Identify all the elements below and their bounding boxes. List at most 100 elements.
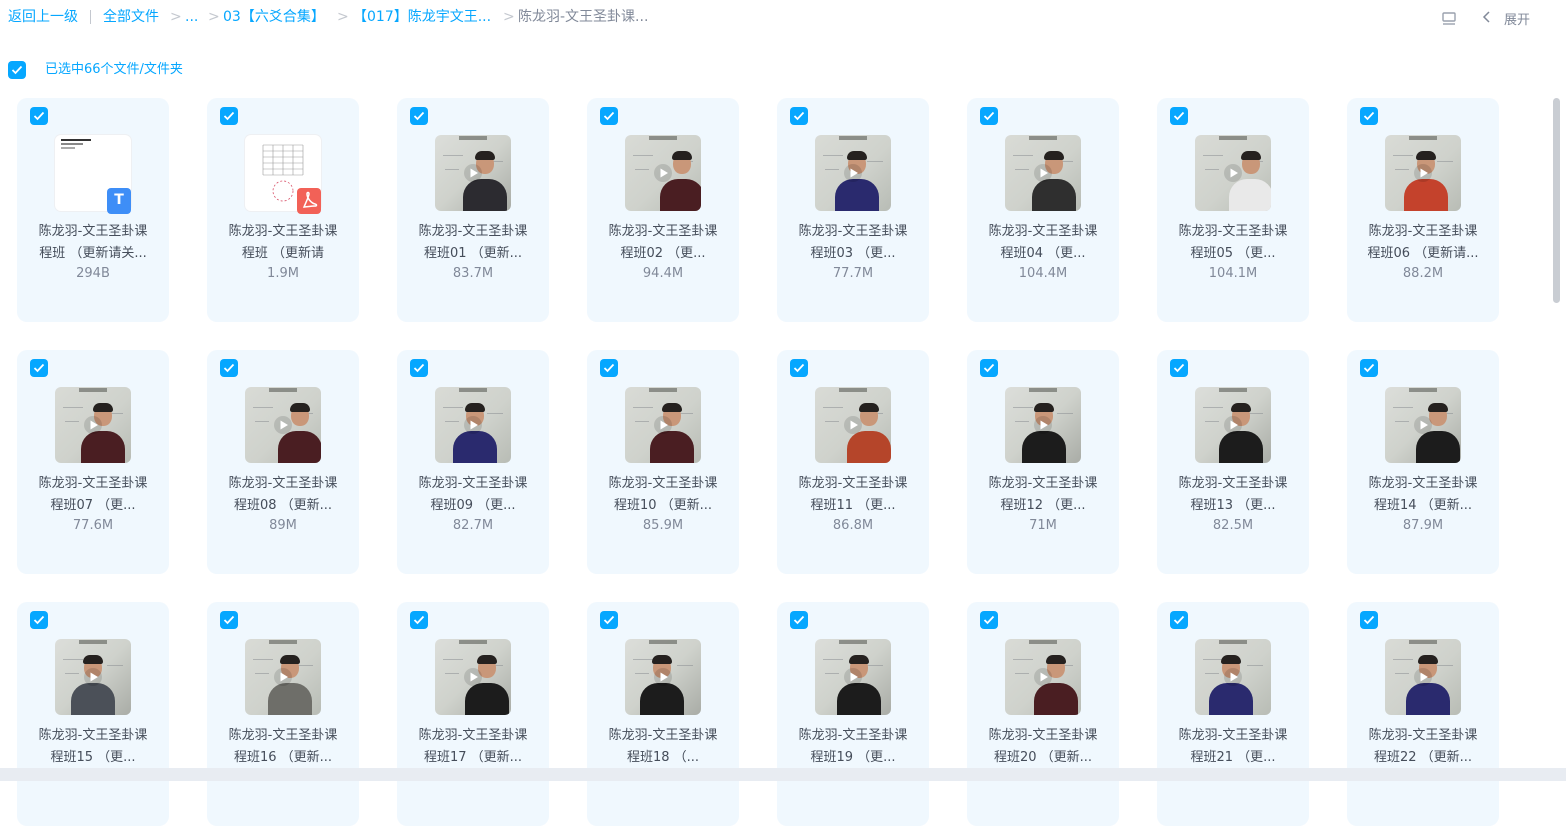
file-card[interactable]: 陈龙羽-文王圣卦课 程班19 （更... — [777, 602, 929, 826]
file-name[interactable]: 陈龙羽-文王圣卦课 程班08 （更新... — [213, 473, 353, 517]
file-checkbox[interactable] — [790, 107, 808, 125]
play-icon — [464, 668, 482, 686]
breadcrumb-level2[interactable]: 【017】陈龙宇文王... — [353, 8, 491, 26]
file-name[interactable]: 陈龙羽-文王圣卦课 程班18 （... — [593, 725, 733, 769]
file-checkbox[interactable] — [600, 107, 618, 125]
file-card[interactable]: 陈龙羽-文王圣卦课 程班09 （更... 82.7M — [397, 350, 549, 574]
file-checkbox[interactable] — [790, 359, 808, 377]
file-name[interactable]: 陈龙羽-文王圣卦课 程班16 （更新... — [213, 725, 353, 769]
file-name[interactable]: 陈龙羽-文王圣卦课 程班11 （更... — [783, 473, 923, 517]
file-name[interactable]: 陈龙羽-文王圣卦课 程班19 （更... — [783, 725, 923, 769]
file-checkbox[interactable] — [410, 107, 428, 125]
file-name[interactable]: 陈龙羽-文王圣卦课 程班03 （更... — [783, 221, 923, 265]
whiteboard-writing — [63, 407, 83, 408]
file-name[interactable]: 陈龙羽-文王圣卦课 程班07 （更... — [23, 473, 163, 517]
file-card[interactable]: 陈龙羽-文王圣卦课 程班21 （更... — [1157, 602, 1309, 826]
file-name[interactable]: 陈龙羽-文王圣卦课 程班13 （更... — [1163, 473, 1303, 517]
file-name[interactable]: 陈龙羽-文王圣卦课 程班06 （更新请... — [1353, 221, 1493, 265]
file-checkbox[interactable] — [1170, 359, 1188, 377]
file-name[interactable]: 陈龙羽-文王圣卦课 程班21 （更... — [1163, 725, 1303, 769]
play-icon — [844, 416, 862, 434]
file-card[interactable]: 陈龙羽-文王圣卦课 程班15 （更... — [17, 602, 169, 826]
file-checkbox[interactable] — [30, 611, 48, 629]
file-checkbox[interactable] — [600, 359, 618, 377]
file-card[interactable]: 陈龙羽-文王圣卦课 程班10 （更新... 85.9M — [587, 350, 739, 574]
whiteboard-writing — [633, 659, 653, 660]
view-mode-icon[interactable] — [1441, 11, 1457, 27]
video-thumbnail — [815, 639, 891, 715]
checkmark-icon — [793, 615, 805, 625]
file-card[interactable]: 陈龙羽-文王圣卦课 程班11 （更... 86.8M — [777, 350, 929, 574]
file-name[interactable]: 陈龙羽-文王圣卦课 程班01 （更新... — [403, 221, 543, 265]
file-card[interactable]: 陈龙羽-文王圣卦课 程班13 （更... 82.5M — [1157, 350, 1309, 574]
whiteboard-writing — [443, 659, 463, 660]
file-name[interactable]: 陈龙羽-文王圣卦课 程班15 （更... — [23, 725, 163, 769]
file-card[interactable]: 陈龙羽-文王圣卦课 程班20 （更新... — [967, 602, 1119, 826]
breadcrumb-ellipsis[interactable]: ... — [185, 8, 198, 26]
video-banner — [839, 388, 867, 392]
file-card[interactable]: 陈龙羽-文王圣卦课 程班01 （更新... 83.7M — [397, 98, 549, 322]
file-name[interactable]: 陈龙羽-文王圣卦课 程班 （更新请 — [213, 221, 353, 265]
file-checkbox[interactable] — [410, 611, 428, 629]
file-card[interactable]: 陈龙羽-文王圣卦课 程班02 （更... 94.4M — [587, 98, 739, 322]
file-name[interactable]: 陈龙羽-文王圣卦课 程班10 （更新... — [593, 473, 733, 517]
video-banner — [1409, 388, 1437, 392]
file-checkbox[interactable] — [30, 107, 48, 125]
expand-button[interactable]: 展开 — [1504, 9, 1530, 28]
file-name[interactable]: 陈龙羽-文王圣卦课 程班20 （更新... — [973, 725, 1113, 769]
file-name[interactable]: 陈龙羽-文王圣卦课 程班17 （更新... — [403, 725, 543, 769]
file-checkbox[interactable] — [220, 611, 238, 629]
file-checkbox[interactable] — [980, 611, 998, 629]
file-name-line1: 陈龙羽-文王圣卦课 — [1368, 476, 1478, 491]
chevron-left-icon[interactable] — [1480, 9, 1494, 25]
file-card[interactable]: 陈龙羽-文王圣卦课 程班07 （更... 77.6M — [17, 350, 169, 574]
breadcrumb-level1[interactable]: 03【六爻合集】 — [223, 8, 325, 26]
file-name[interactable]: 陈龙羽-文王圣卦课 程班14 （更新... — [1353, 473, 1493, 517]
file-card[interactable]: 陈龙羽-文王圣卦课 程班18 （... — [587, 602, 739, 826]
file-card[interactable]: 陈龙羽-文王圣卦课 程班17 （更新... — [397, 602, 549, 826]
file-card[interactable]: 陈龙羽-文王圣卦课 程班16 （更新... — [207, 602, 359, 826]
file-checkbox[interactable] — [1170, 107, 1188, 125]
whiteboard-writing — [1015, 421, 1029, 422]
checkmark-icon — [413, 363, 425, 373]
video-banner — [459, 136, 487, 140]
file-checkbox[interactable] — [1360, 359, 1378, 377]
file-name-line1: 陈龙羽-文王圣卦课 — [1178, 224, 1288, 239]
file-card[interactable]: 陈龙羽-文王圣卦课 程班 （更新请 1.9M — [207, 98, 359, 322]
file-card[interactable]: 陈龙羽-文王圣卦课 程班04 （更... 104.4M — [967, 98, 1119, 322]
file-checkbox[interactable] — [1360, 107, 1378, 125]
file-checkbox[interactable] — [30, 359, 48, 377]
file-name[interactable]: 陈龙羽-文王圣卦课 程班09 （更... — [403, 473, 543, 517]
file-checkbox[interactable] — [600, 611, 618, 629]
breadcrumb-all-files[interactable]: 全部文件 — [103, 8, 159, 26]
file-card[interactable]: 陈龙羽-文王圣卦课 程班05 （更... 104.1M — [1157, 98, 1309, 322]
file-checkbox[interactable] — [410, 359, 428, 377]
scrollbar[interactable] — [1553, 98, 1560, 303]
file-checkbox[interactable] — [980, 107, 998, 125]
file-card[interactable]: 陈龙羽-文王圣卦课 程班03 （更... 77.7M — [777, 98, 929, 322]
file-name[interactable]: 陈龙羽-文王圣卦课 程班12 （更... — [973, 473, 1113, 517]
file-card[interactable]: 陈龙羽-文王圣卦课 程班14 （更新... 87.9M — [1347, 350, 1499, 574]
file-name[interactable]: 陈龙羽-文王圣卦课 程班02 （更... — [593, 221, 733, 265]
file-checkbox[interactable] — [220, 107, 238, 125]
file-name[interactable]: 陈龙羽-文王圣卦课 程班05 （更... — [1163, 221, 1303, 265]
file-card[interactable]: 陈龙羽-文王圣卦课 程班08 （更新... 89M — [207, 350, 359, 574]
file-checkbox[interactable] — [790, 611, 808, 629]
file-name-line1: 陈龙羽-文王圣卦课 — [798, 728, 908, 743]
file-checkbox[interactable] — [1170, 611, 1188, 629]
file-name-line1: 陈龙羽-文王圣卦课 — [988, 476, 1098, 491]
file-name[interactable]: 陈龙羽-文王圣卦课 程班04 （更... — [973, 221, 1113, 265]
file-card[interactable]: 陈龙羽-文王圣卦课 程班06 （更新请... 88.2M — [1347, 98, 1499, 322]
file-name[interactable]: 陈龙羽-文王圣卦课 程班22 （更新... — [1353, 725, 1493, 769]
select-all-checkbox[interactable] — [8, 61, 26, 79]
file-card[interactable]: T 陈龙羽-文王圣卦课 程班 （更新请关... 294B — [17, 98, 169, 322]
file-card[interactable]: 陈龙羽-文王圣卦课 程班22 （更新... — [1347, 602, 1499, 826]
file-checkbox[interactable] — [1360, 611, 1378, 629]
file-card[interactable]: 陈龙羽-文王圣卦课 程班12 （更... 71M — [967, 350, 1119, 574]
file-checkbox[interactable] — [980, 359, 998, 377]
file-name[interactable]: 陈龙羽-文王圣卦课 程班 （更新请关... — [23, 221, 163, 265]
back-link[interactable]: 返回上一级 — [8, 8, 78, 26]
whiteboard-writing — [253, 659, 273, 660]
file-checkbox[interactable] — [220, 359, 238, 377]
file-name-line2: 程班22 （更新... — [1373, 750, 1473, 765]
